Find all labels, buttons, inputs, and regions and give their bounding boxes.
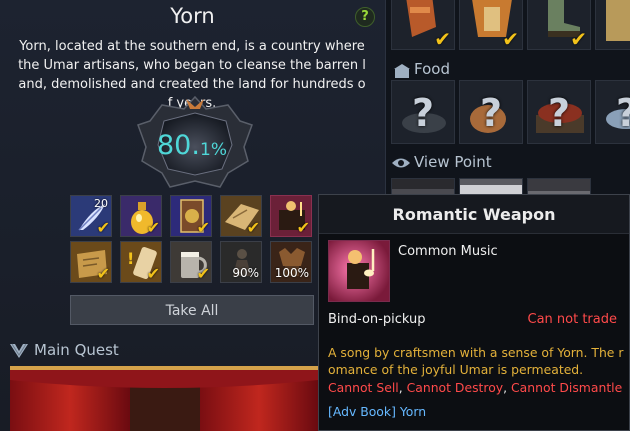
collected-check-icon: ✔: [96, 264, 110, 283]
restriction-cannot-destroy: Cannot Destroy: [406, 380, 504, 395]
svg-text:!: !: [127, 249, 134, 268]
question-mark-icon: ?: [596, 81, 630, 143]
region-title: Yorn: [170, 4, 215, 28]
collected-check-icon: ✔: [570, 27, 587, 50]
restriction-separator: ,: [398, 380, 407, 395]
reward-slot-quest-scroll[interactable]: ! ✔: [120, 241, 162, 283]
main-quest-label: Main Quest: [34, 341, 119, 359]
collected-check-icon: ✔: [296, 218, 310, 237]
reward-slot-mug[interactable]: ✔: [170, 241, 212, 283]
question-mark-icon: ?: [479, 91, 503, 135]
progress-percent: 80.: [157, 130, 200, 161]
eye-icon: [392, 158, 410, 168]
reward-slot-music-sheet[interactable]: ✔: [270, 195, 312, 237]
main-quest-icon: [10, 343, 28, 358]
main-quest-banner[interactable]: [10, 366, 318, 431]
food-slot-4[interactable]: ?: [595, 80, 630, 144]
collection-item-armor[interactable]: ✔: [459, 0, 523, 50]
help-icon[interactable]: ?: [355, 7, 375, 27]
food-slot-1[interactable]: ?: [391, 80, 455, 144]
food-slot-2[interactable]: ?: [459, 80, 523, 144]
collected-check-icon: ✔: [196, 264, 210, 283]
reward-slot-figure-90[interactable]: 90%: [220, 241, 262, 283]
food-label: Food: [414, 60, 450, 78]
reward-slot-figure-100[interactable]: 100%: [270, 241, 312, 283]
tooltip-restrictions: Cannot Sell, Cannot Destroy, Cannot Dism…: [328, 380, 628, 395]
question-mark-icon: ?: [547, 91, 571, 135]
collected-check-icon: ✔: [246, 218, 260, 237]
reward-slot-feather[interactable]: 20 ✔: [70, 195, 112, 237]
tooltip-item-type: Common Music: [398, 244, 498, 259]
tooltip-item-image: [328, 240, 390, 302]
collected-check-icon: ✔: [96, 218, 110, 237]
reward-percent: 90%: [232, 266, 259, 280]
tooltip-trade-status: Can not trade: [527, 312, 618, 327]
reward-slot-scroll-map[interactable]: ✔: [70, 241, 112, 283]
collected-check-icon: ✔: [502, 27, 519, 50]
tooltip-description: A song by craftsmen with a sense of Yorn…: [328, 345, 624, 377]
music-note-icon: [329, 241, 389, 301]
tooltip-title: Romantic Weapon: [392, 205, 556, 224]
stage-curtain-image: [10, 366, 318, 431]
restriction-separator: ,: [503, 380, 512, 395]
item-tooltip: Romantic Weapon Common Music Bind-on-pic…: [318, 194, 630, 431]
restriction-cannot-dismantle: Cannot Dismantle: [511, 380, 623, 395]
reward-slot-map[interactable]: ✔: [220, 195, 262, 237]
food-icon: [394, 64, 410, 78]
take-all-button[interactable]: Take All: [70, 295, 314, 325]
restriction-cannot-sell: Cannot Sell: [328, 380, 399, 395]
progress-percent-decimal: 1%: [200, 140, 227, 160]
reward-percent: 100%: [274, 266, 309, 280]
reward-slot-card[interactable]: ✔: [170, 195, 212, 237]
collected-check-icon: ✔: [434, 27, 451, 50]
collected-check-icon: ✔: [146, 218, 160, 237]
document-icon: [596, 0, 630, 49]
collection-item-boots[interactable]: ✔: [527, 0, 591, 50]
tooltip-bind-status: Bind-on-pickup: [328, 312, 426, 327]
collection-item-gauntlet[interactable]: ✔: [391, 0, 455, 50]
question-mark-icon: ?: [411, 91, 435, 135]
reward-slot-potion[interactable]: ✔: [120, 195, 162, 237]
tooltip-adventure-book-link[interactable]: [Adv Book] Yorn: [328, 404, 426, 419]
collected-check-icon: ✔: [196, 218, 210, 237]
food-slot-3[interactable]: ?: [527, 80, 591, 144]
reward-count: 20: [94, 197, 108, 210]
collected-check-icon: ✔: [146, 264, 160, 283]
viewpoint-label: View Point: [414, 153, 492, 171]
collection-item-document[interactable]: ✔: [595, 0, 630, 50]
